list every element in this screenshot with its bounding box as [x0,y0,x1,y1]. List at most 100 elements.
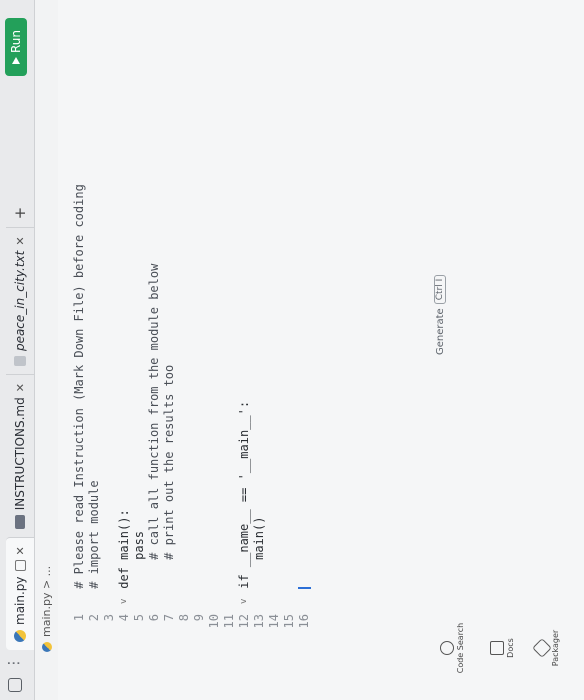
packager-tool[interactable]: Packager [532,618,560,678]
code-text: if __name__ == '__main__': [237,400,251,596]
fold-gutter [162,596,177,604]
code-text: pass [132,530,146,596]
code-line[interactable]: 4 v def main(): [117,184,132,640]
line-number: 7 [162,614,176,622]
code-line[interactable]: 6 # call all function from the module be… [147,184,162,640]
tool-label: Docs [506,638,515,658]
code-text: main() [252,516,266,596]
search-icon [440,641,454,655]
close-icon[interactable]: ✕ [14,236,27,245]
tool-label: Code Search [456,622,465,674]
code-search-tool[interactable]: Code Search [440,618,465,678]
line-number: 1 [72,614,86,622]
code-text: # call all function from the module belo… [147,263,161,596]
run-button[interactable]: Run [5,18,27,77]
generate-label: Generate [434,308,446,355]
code-text: # import module [87,480,101,596]
generate-hint[interactable]: Generate Ctrl I [434,274,446,355]
code-text: # Please read Instruction (Mark Down Fil… [72,184,86,596]
tab-label: peace_in_city.txt [13,250,27,352]
play-icon [12,57,20,65]
line-number: 6 [147,614,161,622]
python-file-icon [14,630,26,642]
fold-gutter [147,596,162,604]
text-file-icon [14,356,26,367]
fold-chevron-icon[interactable]: v [117,596,132,604]
fold-gutter [252,596,267,604]
fold-gutter [72,596,87,604]
line-number: 8 [177,614,191,622]
add-tab-button[interactable]: + [6,199,34,228]
docs-tool[interactable]: Docs [490,618,515,678]
code-line[interactable]: 14 [267,184,282,640]
fold-gutter [192,596,207,604]
editor-window: ⋮⋮ main.py ✕ INSTRUCTIONS.md ✕ peace_in_… [0,0,584,700]
tab-bar: ⋮⋮ main.py ✕ INSTRUCTIONS.md ✕ peace_in_… [0,0,35,700]
text-cursor [298,587,311,589]
lock-icon [14,560,26,572]
code-line[interactable]: 11 [222,184,237,640]
code-line[interactable]: 16 [297,184,312,640]
line-number: 10 [207,614,221,629]
tab-instructions-md[interactable]: INSTRUCTIONS.md ✕ [6,374,34,538]
layout-icon[interactable] [8,678,22,692]
breadcrumb-text: main.py > ... [40,565,53,637]
python-file-icon [41,642,52,652]
code-line[interactable]: 7 # print out the results too [162,184,177,640]
tab-main-py[interactable]: main.py ✕ [6,537,34,650]
code-line[interactable]: 12 v if __name__ == '__main__': [237,184,252,640]
fold-gutter [267,596,282,604]
tool-label: Packager [551,629,560,667]
file-tabs: main.py ✕ INSTRUCTIONS.md ✕ peace_in_cit… [0,199,34,650]
package-icon [532,638,552,658]
line-number: 16 [297,614,311,629]
code-line[interactable]: 15 [282,184,297,640]
code-line[interactable]: 13 main() [252,184,267,640]
code-text: # print out the results too [162,364,176,596]
close-icon[interactable]: ✕ [14,546,27,555]
code-line[interactable]: 3 [102,184,117,640]
tab-label: INSTRUCTIONS.md [13,397,27,511]
code-line[interactable]: 5 pass [132,184,147,640]
breadcrumb[interactable]: main.py > ... [40,566,53,652]
code-text: def main(): [117,509,131,596]
code-line[interactable]: 2 # import module [87,184,102,640]
line-number: 11 [222,614,236,629]
generate-shortcut: Ctrl I [434,274,446,305]
code-editor[interactable]: 1 # Please read Instruction (Mark Down F… [58,0,584,700]
fold-gutter [207,596,222,604]
line-number: 3 [102,614,116,622]
docs-icon [490,641,504,655]
code-line[interactable]: 9 [192,184,207,640]
markdown-file-icon [15,515,25,530]
fold-gutter [297,596,312,604]
line-number: 15 [282,614,296,629]
line-number: 9 [192,614,206,622]
fold-gutter [102,596,117,604]
code-line[interactable]: 8 [177,184,192,640]
line-number: 2 [87,614,101,622]
code-line[interactable]: 10 [207,184,222,640]
fold-gutter [132,596,147,604]
tab-peace-in-city-txt[interactable]: peace_in_city.txt ✕ [6,227,34,375]
fold-gutter [177,596,192,604]
line-number: 13 [252,614,266,629]
code-lines[interactable]: 1 # Please read Instruction (Mark Down F… [72,184,312,640]
close-icon[interactable]: ✕ [14,383,27,392]
line-number: 12 [237,614,251,629]
line-number: 4 [117,614,131,622]
fold-chevron-icon[interactable]: v [237,596,252,604]
line-number: 5 [132,614,146,622]
code-line[interactable]: 1 # Please read Instruction (Mark Down F… [72,184,87,640]
run-label: Run [9,30,23,54]
fold-gutter [87,596,102,604]
line-number: 14 [267,614,281,629]
